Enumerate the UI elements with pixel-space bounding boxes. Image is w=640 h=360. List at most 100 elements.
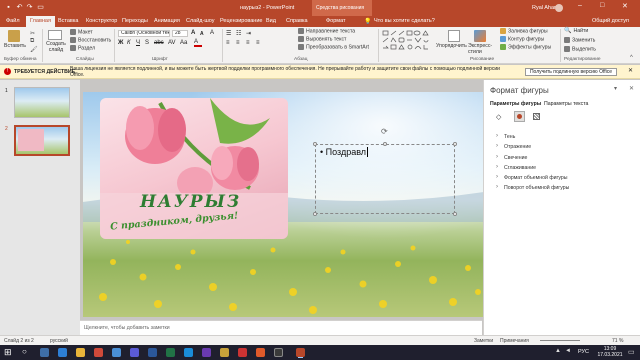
font-color-icon[interactable]: A <box>194 39 202 47</box>
edge-icon[interactable] <box>58 348 67 357</box>
shape-outline-button[interactable]: Контур фигуры <box>500 36 544 43</box>
format-painter-icon[interactable]: 🖌 <box>30 46 38 53</box>
font-name-field[interactable]: Calibri (Основной тек <box>118 30 170 37</box>
shadow-icon[interactable]: S <box>145 40 149 46</box>
app-icon[interactable] <box>202 348 211 357</box>
underline-icon[interactable]: Ч <box>136 40 140 46</box>
bullets-icon[interactable]: ☰ <box>226 30 231 37</box>
bold-icon[interactable]: Ж <box>118 40 123 46</box>
app-icon[interactable] <box>184 348 193 357</box>
notification-icon[interactable]: ▭ <box>628 348 635 356</box>
tab-slideshow[interactable]: Слайд-шоу <box>186 16 215 27</box>
maximize-icon[interactable]: □ <box>600 2 604 9</box>
section-reflection[interactable]: Отражение <box>496 143 531 150</box>
save-icon[interactable]: ▪ <box>4 3 13 12</box>
present-icon[interactable]: ▭ <box>36 3 45 12</box>
smartart-button[interactable]: Преобразовать в SmartArt <box>298 44 369 51</box>
comments-toggle[interactable]: Примечания <box>500 338 529 344</box>
quick-styles-icon[interactable] <box>474 30 486 42</box>
shape-effects-button[interactable]: Эффекты фигуры <box>500 44 551 51</box>
app-icon[interactable] <box>130 348 139 357</box>
tab-insert[interactable]: Вставка <box>58 16 78 27</box>
text-direction-button[interactable]: Направление текста <box>298 28 355 35</box>
close-icon[interactable]: ✕ <box>629 85 634 92</box>
bullet-text[interactable]: • Поздравл <box>320 147 369 157</box>
collapse-ribbon-icon[interactable]: ^ <box>630 55 633 61</box>
grow-font-icon[interactable]: A <box>191 30 195 36</box>
select-button[interactable]: Выделить <box>564 46 596 53</box>
app-icon[interactable] <box>112 348 121 357</box>
tab-file[interactable]: Файл <box>6 16 20 27</box>
app-icon[interactable] <box>220 348 229 357</box>
excel-icon[interactable] <box>166 348 175 357</box>
cut-icon[interactable]: ✂ <box>30 30 35 37</box>
align-text-button[interactable]: Выровнять текст <box>298 36 346 43</box>
case-icon[interactable]: Aa <box>180 40 187 46</box>
tab-format[interactable]: Формат <box>326 16 346 27</box>
find-button[interactable]: 🔍 Найти <box>564 28 588 35</box>
resize-handle[interactable] <box>453 212 457 216</box>
new-slide-button[interactable]: Создать слайд <box>44 41 68 53</box>
replace-button[interactable]: Заменить <box>564 37 595 44</box>
indent-icon[interactable]: ⇥ <box>246 30 251 37</box>
align-right-icon[interactable]: ≡ <box>246 40 250 46</box>
chrome-icon[interactable] <box>94 348 103 357</box>
share-button[interactable]: Общий доступ <box>592 16 629 27</box>
undo-icon[interactable]: ↶ <box>15 3 24 12</box>
slide[interactable]: НАУРЫЗ С праздником, друзья! • Поздравл … <box>83 92 484 317</box>
tab-text-options[interactable]: Параметры текста <box>544 101 588 107</box>
search-icon[interactable]: ○ <box>22 347 27 356</box>
layout-button[interactable]: Макет <box>70 29 93 36</box>
tab-view[interactable]: Вид <box>266 16 276 27</box>
resize-handle[interactable] <box>313 212 317 216</box>
section-3d-rotation[interactable]: Поворот объемной фигуры <box>496 184 569 191</box>
avatar[interactable] <box>555 4 563 12</box>
volume-icon[interactable]: ◄ <box>565 348 571 354</box>
close-icon[interactable]: ✕ <box>628 67 633 74</box>
tab-animations[interactable]: Анимация <box>154 16 180 27</box>
arrange-icon[interactable] <box>448 30 460 42</box>
italic-icon[interactable]: К <box>127 40 131 46</box>
tab-help[interactable]: Справка <box>286 16 308 27</box>
resize-handle[interactable] <box>383 142 387 146</box>
notes-pane[interactable]: Щелкните, чтобы добавить заметки <box>80 320 482 335</box>
word-icon[interactable] <box>148 348 157 357</box>
align-center-icon[interactable]: ≡ <box>236 40 240 46</box>
text-placeholder[interactable]: • Поздравл <box>315 144 455 214</box>
chevron-down-icon[interactable]: ▾ <box>614 85 617 92</box>
justify-icon[interactable]: ≡ <box>256 40 260 46</box>
tab-shape-options[interactable]: Параметры фигуры <box>490 101 541 107</box>
slide-thumbnail-1[interactable] <box>14 87 70 118</box>
spacing-icon[interactable]: AV <box>168 40 176 46</box>
input-language[interactable]: РУС <box>578 349 589 355</box>
align-left-icon[interactable]: ≡ <box>226 40 230 46</box>
section-shadow[interactable]: Тень <box>496 133 516 140</box>
new-slide-icon[interactable] <box>48 30 62 40</box>
strike-icon[interactable]: abc <box>154 40 164 46</box>
section-button[interactable]: Раздел <box>70 45 95 52</box>
app-icon[interactable] <box>238 348 247 357</box>
tab-transitions[interactable]: Переходы <box>122 16 148 27</box>
app-icon[interactable] <box>274 348 283 357</box>
shape-fill-button[interactable]: Заливка фигуры <box>500 28 548 35</box>
app-icon[interactable] <box>256 348 265 357</box>
paste-icon[interactable] <box>8 30 20 42</box>
resize-handle[interactable] <box>453 142 457 146</box>
tell-me-search[interactable]: Что вы хотите сделать? <box>374 16 435 27</box>
reset-button[interactable]: Восстановить <box>70 37 111 44</box>
effects-icon[interactable] <box>514 111 525 122</box>
arrange-button[interactable]: Упорядочить <box>436 43 467 50</box>
tab-review[interactable]: Рецензирование <box>220 16 262 27</box>
section-soft-edges[interactable]: Сглаживание <box>496 164 536 171</box>
quick-styles-button[interactable]: Экспресс-стили <box>468 43 494 55</box>
network-icon[interactable]: ▲ <box>555 348 561 354</box>
slide-thumbnail-2[interactable] <box>14 125 70 156</box>
shapes-gallery[interactable] <box>382 30 434 52</box>
font-size-field[interactable]: 28 <box>172 30 188 37</box>
get-genuine-button[interactable]: Получить подлинную версию Office <box>525 68 617 76</box>
resize-handle[interactable] <box>313 142 317 146</box>
file-explorer-icon[interactable] <box>76 348 85 357</box>
task-view-icon[interactable] <box>40 348 49 357</box>
minimize-icon[interactable]: – <box>578 2 582 9</box>
rotate-handle-icon[interactable]: ⟳ <box>381 127 388 136</box>
